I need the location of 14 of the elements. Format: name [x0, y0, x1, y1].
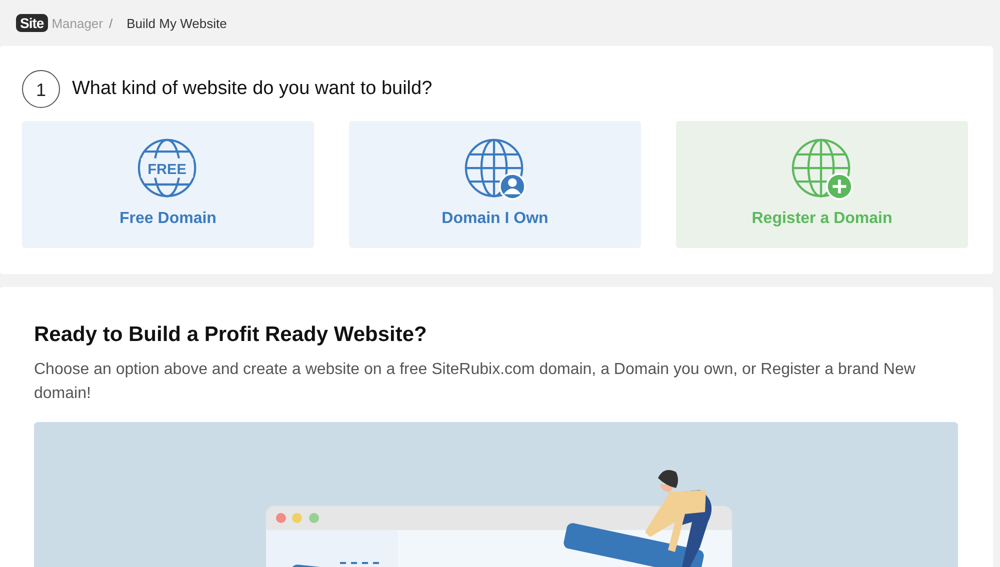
- globe-user-icon: [464, 138, 526, 200]
- site-logo[interactable]: Site: [16, 14, 48, 32]
- breadcrumb-separator: /: [109, 16, 113, 30]
- free-globe-icon: FREE: [137, 138, 199, 200]
- domain-option[interactable]: Register a Domain: [676, 121, 968, 248]
- intro-title: Ready to Build a Profit Ready Website?: [34, 323, 428, 347]
- step-number: 1: [22, 70, 60, 108]
- intro-text: Choose an option above and create a website on a free SiteRubix.com domain, a Domain you own, or Register a brand New domain!: [34, 360, 916, 404]
- domain-option[interactable]: FREE Free Domain: [22, 121, 314, 248]
- domain-option[interactable]: Domain I Own: [349, 121, 641, 248]
- breadcrumb-current: Build My Website: [126, 16, 227, 30]
- globe-plus-icon: [791, 138, 853, 200]
- step-question: What kind of website do you want to build?: [72, 78, 432, 100]
- breadcrumb-link[interactable]: Manager: [52, 16, 103, 30]
